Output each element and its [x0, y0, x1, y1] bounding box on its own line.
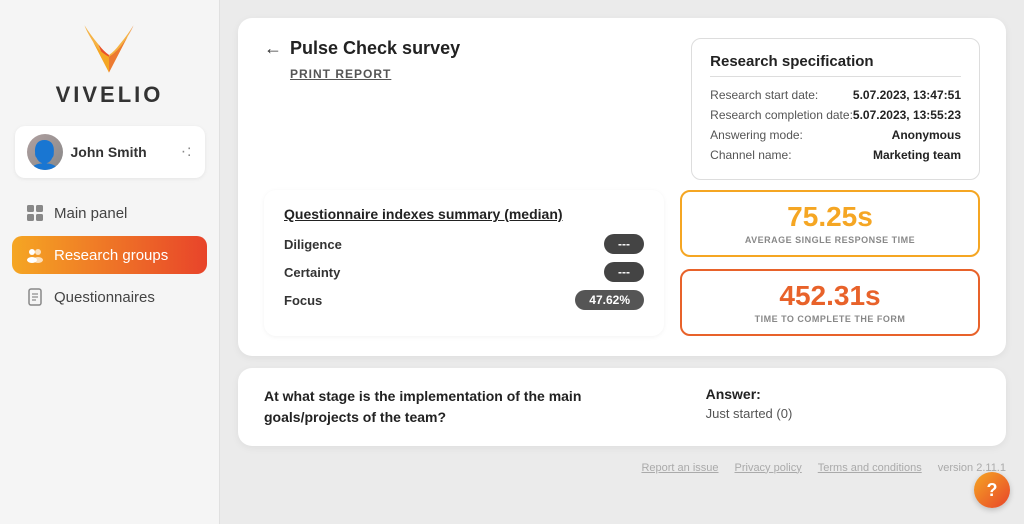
questionnaire-indexes-title: Questionnaire indexes summary (median)	[284, 206, 644, 222]
q-label-focus: Focus	[284, 293, 322, 308]
stat-label-avg-response: AVERAGE SINGLE RESPONSE TIME	[700, 235, 960, 245]
answer-label: Answer:	[706, 386, 980, 402]
help-button[interactable]: ?	[974, 472, 1010, 508]
footer: Report an issue Privacy policy Terms and…	[238, 458, 1006, 474]
stats-area: 75.25s AVERAGE SINGLE RESPONSE TIME 452.…	[680, 190, 980, 336]
stat-label-complete-form: TIME TO COMPLETE THE FORM	[700, 314, 960, 324]
q-label-diligence: Diligence	[284, 237, 342, 252]
sidebar-item-main-panel-label: Main panel	[54, 205, 127, 222]
spec-value-answering-mode: Anonymous	[853, 125, 961, 145]
report-issue-link[interactable]: Report an issue	[641, 462, 718, 474]
q-badge-diligence: ---	[604, 234, 644, 254]
spec-value-start-date: 5.07.2023, 13:47:51	[853, 85, 961, 105]
q-badge-certainty: ---	[604, 262, 644, 282]
grid-icon	[26, 204, 44, 222]
research-spec: Research specification Research start da…	[691, 38, 980, 180]
doc-icon	[26, 288, 44, 306]
spec-value-completion-date: 5.07.2023, 13:55:23	[853, 105, 961, 125]
spec-value-channel-name: Marketing team	[853, 145, 961, 165]
sidebar-item-main-panel[interactable]: Main panel	[12, 194, 207, 232]
left-section: ← Pulse Check survey PRINT REPORT	[264, 38, 691, 81]
print-report-button[interactable]: PRINT REPORT	[290, 67, 691, 81]
stat-card-avg-response: 75.25s AVERAGE SINGLE RESPONSE TIME	[680, 190, 980, 257]
spec-row-completion-date: Research completion date: 5.07.2023, 13:…	[710, 105, 961, 125]
back-arrow[interactable]: ←	[264, 38, 282, 59]
questionnaire-indexes-box: Questionnaire indexes summary (median) D…	[264, 190, 664, 336]
logo-text: VIVELIO	[56, 82, 164, 108]
q-row-diligence: Diligence ---	[284, 234, 644, 254]
user-card[interactable]: 👤 John Smith ·:	[15, 126, 205, 178]
terms-link[interactable]: Terms and conditions	[818, 462, 922, 474]
stat-value-avg-response: 75.25s	[700, 202, 960, 233]
logo-area: VIVELIO	[56, 18, 164, 108]
sidebar-item-questionnaires[interactable]: Questionnaires	[12, 278, 207, 316]
q-label-certainty: Certainty	[284, 265, 340, 280]
nav-items: Main panel Research groups Questionnaire…	[0, 194, 219, 316]
spec-label-channel-name: Channel name:	[710, 145, 853, 165]
sidebar: VIVELIO 👤 John Smith ·: Main panel Resea…	[0, 0, 220, 524]
spec-label-start-date: Research start date:	[710, 85, 853, 105]
user-name: John Smith	[71, 144, 173, 160]
answer-value: Just started (0)	[706, 406, 980, 421]
stat-value-complete-form: 452.31s	[700, 281, 960, 312]
spec-label-answering-mode: Answering mode:	[710, 125, 853, 145]
top-card: ← Pulse Check survey PRINT REPORT Resear…	[238, 18, 1006, 356]
avatar: 👤	[27, 134, 63, 170]
user-menu-dots[interactable]: ·:	[181, 143, 193, 161]
spec-row-answering-mode: Answering mode: Anonymous	[710, 125, 961, 145]
sidebar-item-research-groups[interactable]: Research groups	[12, 236, 207, 274]
question-section: At what stage is the implementation of t…	[264, 386, 676, 428]
answer-section: Answer: Just started (0)	[706, 386, 980, 421]
bottom-card: At what stage is the implementation of t…	[238, 368, 1006, 446]
q-badge-focus: 47.62%	[575, 290, 644, 310]
spec-label-completion-date: Research completion date:	[710, 105, 853, 125]
vivelio-logo-icon	[74, 18, 144, 78]
survey-title: Pulse Check survey	[290, 38, 460, 59]
question-text: At what stage is the implementation of t…	[264, 388, 581, 425]
q-row-certainty: Certainty ---	[284, 262, 644, 282]
research-spec-table: Research start date: 5.07.2023, 13:47:51…	[710, 85, 961, 165]
spec-row-channel-name: Channel name: Marketing team	[710, 145, 961, 165]
q-row-focus: Focus 47.62%	[284, 290, 644, 310]
research-spec-title: Research specification	[710, 53, 961, 77]
sidebar-item-questionnaires-label: Questionnaires	[54, 289, 155, 306]
privacy-policy-link[interactable]: Privacy policy	[735, 462, 802, 474]
sidebar-item-research-groups-label: Research groups	[54, 247, 168, 264]
people-icon	[26, 246, 44, 264]
spec-row-start-date: Research start date: 5.07.2023, 13:47:51	[710, 85, 961, 105]
main-content: ← Pulse Check survey PRINT REPORT Resear…	[220, 0, 1024, 524]
stat-card-complete-form: 452.31s TIME TO COMPLETE THE FORM	[680, 269, 980, 336]
